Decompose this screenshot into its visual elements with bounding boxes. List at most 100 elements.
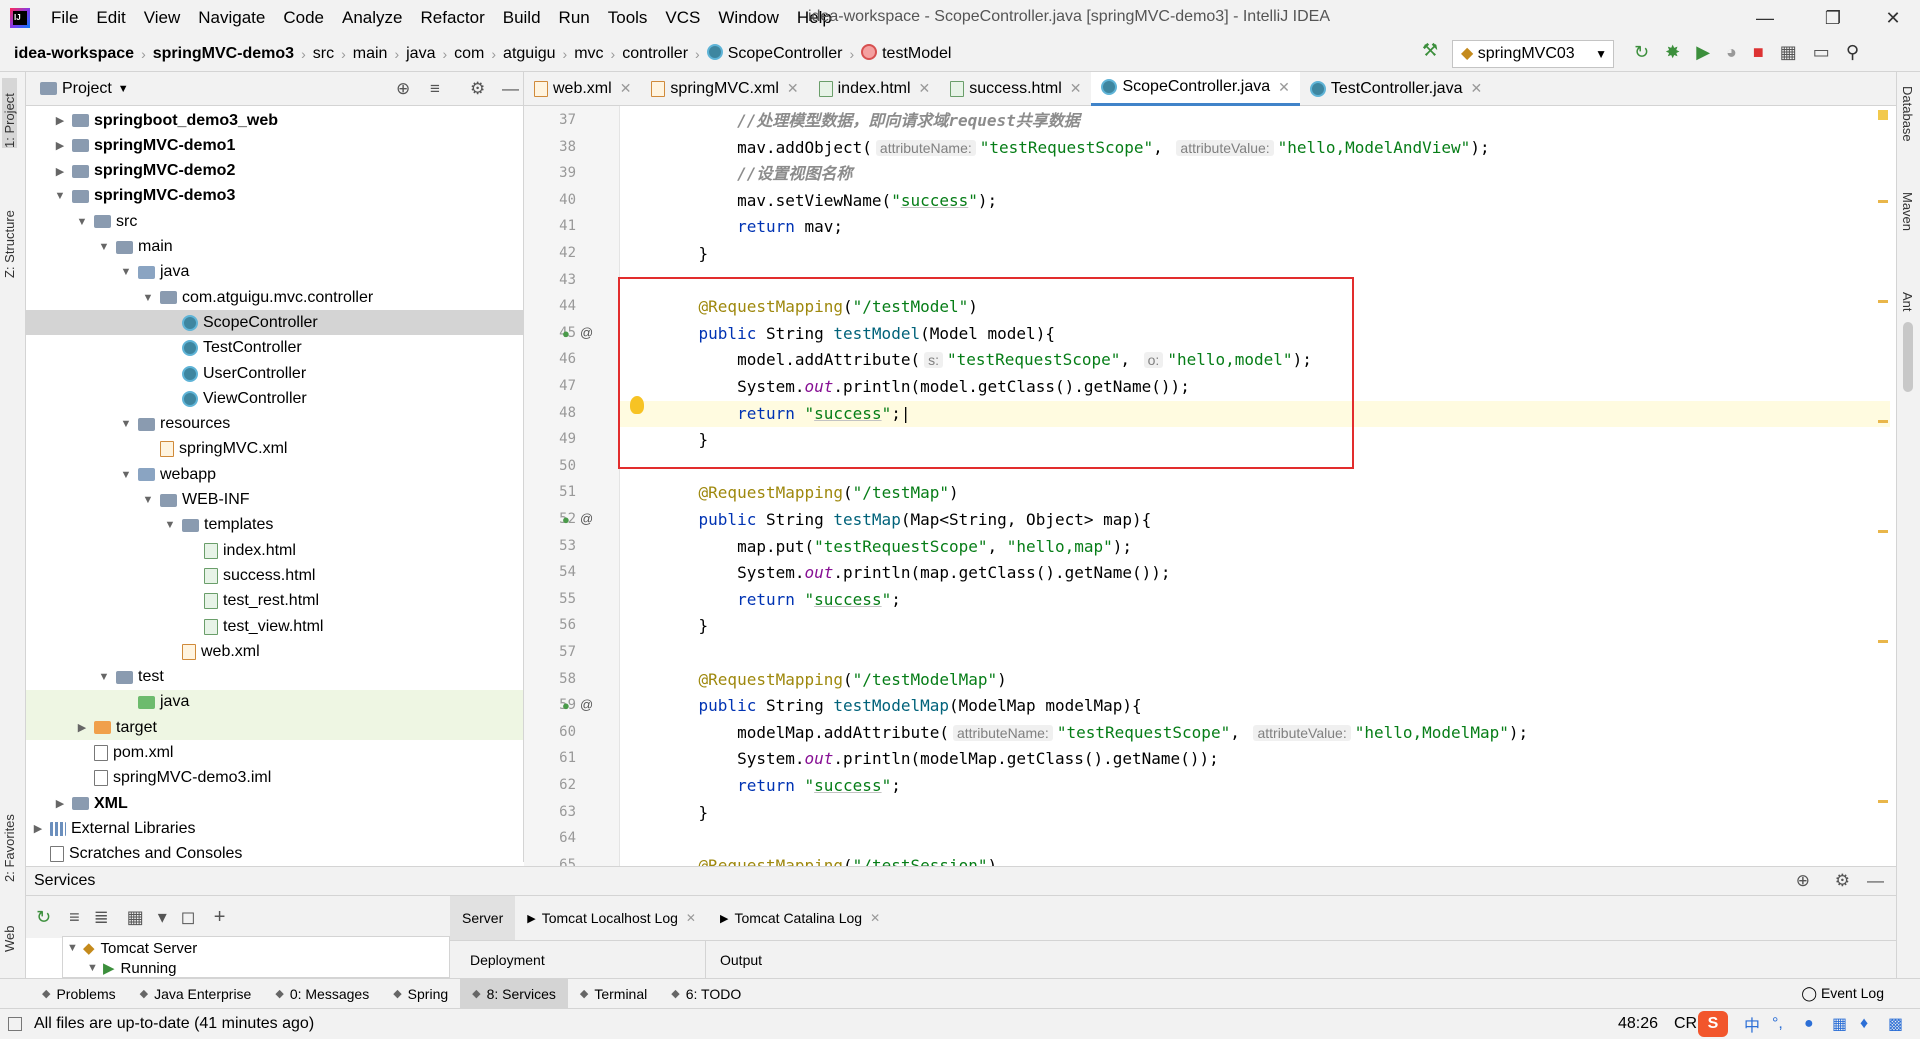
event-log-button[interactable]: ◯ Event Log <box>1801 985 1884 1002</box>
add-icon[interactable]: ⊕ <box>1796 871 1810 891</box>
tree-item[interactable]: ▼ java <box>26 260 523 285</box>
menu-vcs[interactable]: VCS <box>656 8 709 28</box>
menu-view[interactable]: View <box>135 8 190 28</box>
expand-arrow-icon[interactable]: ▼ <box>87 962 103 974</box>
close-tab-icon[interactable]: ✕ <box>919 80 931 97</box>
status-toggle-icon[interactable] <box>8 1017 22 1031</box>
services-tab[interactable]: Server <box>450 896 516 940</box>
maximize-button[interactable]: ❐ <box>1810 4 1856 32</box>
breadcrumb-item[interactable]: main <box>349 45 392 63</box>
tool-window-button[interactable]: ◆ 6: TODO <box>659 979 753 1009</box>
collapse-icon[interactable]: ≡ <box>430 79 440 99</box>
tree-item[interactable]: ▶ springMVC-demo1 <box>26 133 523 158</box>
tab-output[interactable]: Output <box>706 952 762 968</box>
tool-window-button[interactable]: ◆ Problems <box>30 979 128 1009</box>
menu-navigate[interactable]: Navigate <box>189 8 274 28</box>
add-service-icon[interactable]: + <box>214 906 226 929</box>
chevron-down-icon[interactable]: ▼ <box>118 83 129 95</box>
close-tab-icon[interactable]: ✕ <box>686 911 696 925</box>
breadcrumb-item[interactable]: ScopeController <box>703 44 847 63</box>
tree-item[interactable]: UserController <box>26 361 523 386</box>
build-hammer-icon[interactable]: ⚒ <box>1422 40 1438 61</box>
editor-tab[interactable]: ScopeController.java ✕ <box>1091 71 1300 106</box>
tree-item[interactable]: ▼ com.atguigu.mvc.controller <box>26 285 523 310</box>
scrollbar-thumb[interactable] <box>1903 322 1913 392</box>
code-line[interactable]: return "success"; <box>620 587 1890 614</box>
tab-database[interactable]: Database <box>1900 86 1915 142</box>
spring-mapping-icon[interactable]: ● <box>562 698 570 713</box>
code-line[interactable]: mav.setViewName("success"); <box>620 188 1890 215</box>
tree-item[interactable]: ▼ templates <box>26 513 523 538</box>
new-tab-icon[interactable]: ◻ <box>181 907 196 928</box>
expand-arrow-icon[interactable]: ▶ <box>52 165 68 178</box>
collapse-arrow-icon[interactable]: ▼ <box>118 469 134 481</box>
endpoint-icon[interactable]: @ <box>580 697 593 712</box>
code-line[interactable]: return "success"; <box>620 773 1890 800</box>
tree-item[interactable]: TestController <box>26 336 523 361</box>
services-tab[interactable]: ▶ Tomcat Localhost Log ✕ <box>515 896 708 940</box>
debug-icon[interactable]: ✸ <box>1665 42 1680 63</box>
breadcrumb-item[interactable]: idea-workspace <box>10 45 138 63</box>
expand-arrow-icon[interactable]: ▶ <box>30 822 46 835</box>
tab-web[interactable]: Web <box>2 912 17 953</box>
status-message[interactable]: All files are up-to-date (41 minutes ago… <box>34 1015 314 1033</box>
expand-arrow-icon[interactable]: ▶ <box>52 114 68 127</box>
tool-window-button[interactable]: ◆ Java Enterprise <box>128 979 264 1009</box>
services-tab[interactable]: ▶ Tomcat Catalina Log ✕ <box>708 896 892 940</box>
endpoint-icon[interactable]: @ <box>580 325 593 340</box>
lightbulb-icon[interactable] <box>630 396 644 414</box>
menu-file[interactable]: File <box>42 8 87 28</box>
locate-icon[interactable]: ⊕ <box>396 79 410 99</box>
tab-structure[interactable]: Z: Structure <box>2 188 17 278</box>
collapse-arrow-icon[interactable]: ▼ <box>162 519 178 531</box>
punctuation-icon[interactable]: °, <box>1772 1015 1783 1033</box>
breadcrumb-item[interactable]: controller <box>618 45 692 63</box>
tree-item[interactable]: index.html <box>26 538 523 563</box>
breadcrumb-item[interactable]: java <box>402 45 439 63</box>
tree-item[interactable]: test_rest.html <box>26 589 523 614</box>
expand-arrow-icon[interactable]: ▶ <box>52 139 68 152</box>
expand-arrow-icon[interactable]: ▶ <box>52 797 68 810</box>
collapse-arrow-icon[interactable]: ▼ <box>118 418 134 430</box>
editor-tab[interactable]: springMVC.xml ✕ <box>641 72 808 106</box>
expand-all-icon[interactable]: ≡ <box>69 907 80 928</box>
run-configuration-selector[interactable]: ◆ springMVC03 ▼ <box>1452 40 1614 68</box>
menu-build[interactable]: Build <box>494 8 550 28</box>
stop-icon[interactable]: ■ <box>1753 42 1764 63</box>
tree-item[interactable]: ViewController <box>26 386 523 411</box>
code-editor[interactable]: //处理模型数据，即向请求域request共享数据 mav.addObject(… <box>620 106 1890 866</box>
collapse-arrow-icon[interactable]: ▼ <box>52 190 68 202</box>
gear-icon[interactable]: ⚙ <box>1835 871 1850 891</box>
tab-ant[interactable]: Ant <box>1900 292 1915 312</box>
code-line[interactable]: @RequestMapping("/testSession") <box>620 853 1890 866</box>
tree-item[interactable]: ▼ test <box>26 665 523 690</box>
close-window-button[interactable]: ✕ <box>1870 4 1916 32</box>
collapse-arrow-icon[interactable]: ▼ <box>96 241 112 253</box>
tool-window-button[interactable]: ◆ Terminal <box>568 979 659 1009</box>
expand-arrow-icon[interactable]: ▶ <box>74 721 90 734</box>
code-line[interactable]: //设置视图名称 <box>620 161 1890 188</box>
tree-item[interactable]: Scratches and Consoles <box>26 842 523 862</box>
code-line[interactable]: public String testModelMap(ModelMap mode… <box>620 693 1890 720</box>
tree-item[interactable]: java <box>26 689 523 715</box>
coverage-icon[interactable]: ▶ <box>1696 42 1710 63</box>
menu-window[interactable]: Window <box>709 8 787 28</box>
tree-item[interactable]: pom.xml <box>26 741 523 766</box>
collapse-arrow-icon[interactable]: ▼ <box>96 671 112 683</box>
breadcrumb-item[interactable]: springMVC-demo3 <box>149 45 298 63</box>
tree-item[interactable]: ▶ target <box>26 715 523 741</box>
tab-favorites[interactable]: 2: Favorites <box>2 792 17 882</box>
layout-icon[interactable]: ▭ <box>1813 42 1830 63</box>
code-line[interactable]: } <box>620 241 1890 268</box>
minimize-button[interactable]: — <box>1742 4 1788 32</box>
tree-item[interactable]: ▶ External Libraries <box>26 816 523 841</box>
breadcrumb-item[interactable]: atguigu <box>499 45 560 63</box>
tree-item[interactable]: success.html <box>26 563 523 588</box>
code-line[interactable]: return mav; <box>620 214 1890 241</box>
refresh-icon[interactable]: ↻ <box>36 907 51 928</box>
tree-item[interactable]: ▶ springboot_demo3_web <box>26 108 523 133</box>
spring-mapping-icon[interactable]: ● <box>562 326 570 341</box>
code-line[interactable]: //处理模型数据，即向请求域request共享数据 <box>620 108 1890 135</box>
tree-item[interactable]: ScopeController <box>26 310 523 336</box>
menu-refactor[interactable]: Refactor <box>411 8 493 28</box>
